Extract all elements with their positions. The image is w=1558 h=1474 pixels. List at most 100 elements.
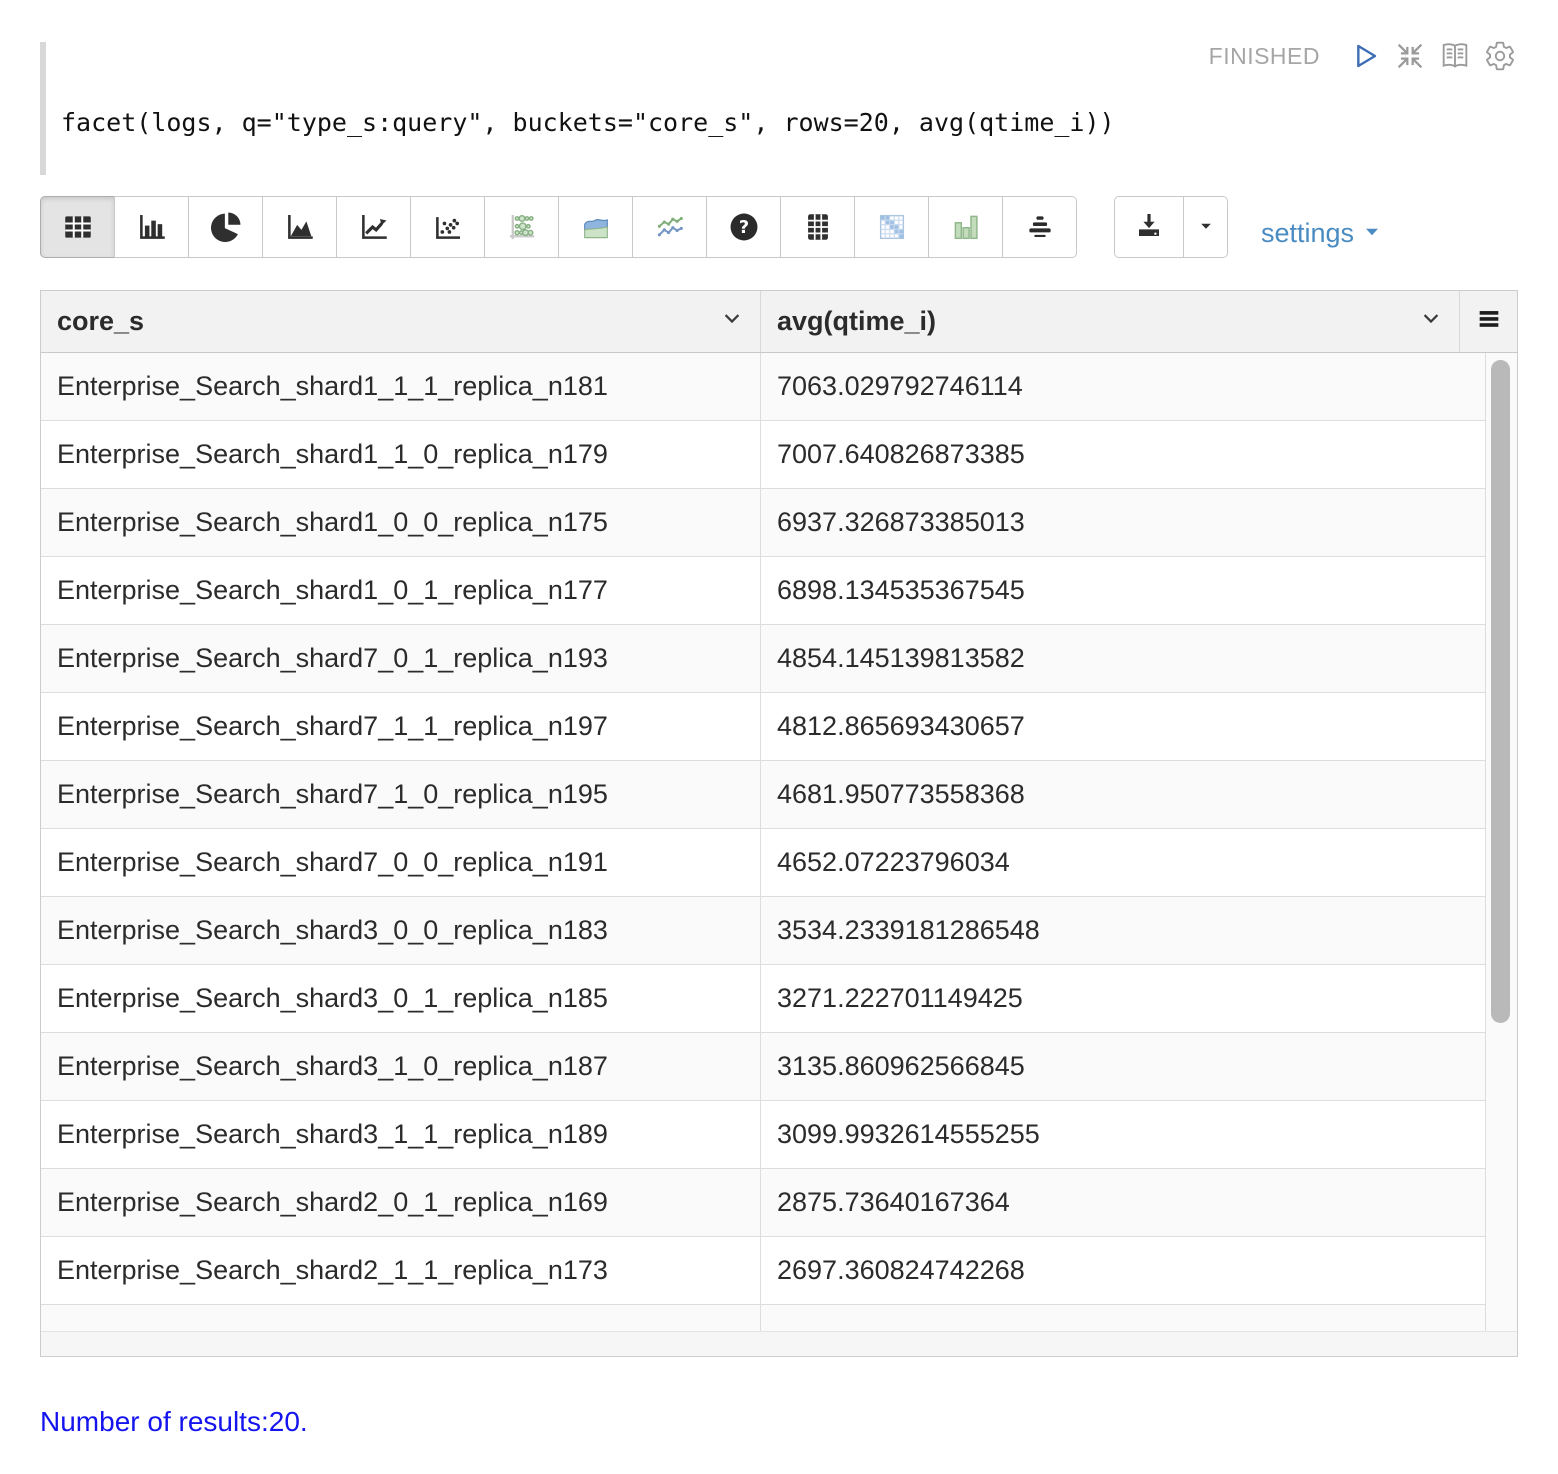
table-row: Enterprise_Search_shard7_1_0_replica_n19… bbox=[41, 761, 1486, 829]
core-s-cell: Enterprise_Search_shard7_1_1_replica_n19… bbox=[41, 693, 761, 760]
bubble-grid-icon bbox=[505, 210, 539, 244]
core-s-cell: Enterprise_Search_shard3_1_1_replica_n18… bbox=[41, 1101, 761, 1168]
table-row: Enterprise_Search_shard2_0_1_replica_n16… bbox=[41, 1169, 1486, 1237]
horizontal-scrollbar-track[interactable] bbox=[41, 1331, 1517, 1356]
chart-type-pie-chart-button[interactable] bbox=[188, 196, 263, 258]
table-row: Enterprise_Search_shard1_1_0_replica_n17… bbox=[41, 421, 1486, 489]
core-s-cell: Enterprise_Search_shard1_0_1_replica_n17… bbox=[41, 557, 761, 624]
chart-type-button-group: ? bbox=[40, 196, 1077, 258]
run-icon[interactable] bbox=[1349, 40, 1381, 72]
column-header-label: avg(qtime_i) bbox=[777, 306, 936, 337]
core-s-cell: Enterprise_Search_shard2_1_1_replica_n17… bbox=[41, 1237, 761, 1304]
scrollbar-thumb[interactable] bbox=[1491, 360, 1510, 1023]
core-s-cell: Enterprise_Search_shard7_0_0_replica_n19… bbox=[41, 829, 761, 896]
table-row: Enterprise_Search_shard1_1_1_replica_n18… bbox=[41, 353, 1486, 421]
results-count-text: Number of results:20. bbox=[40, 1406, 308, 1438]
avg-qtime-cell: 6898.134535367545 bbox=[761, 557, 1486, 624]
visualization-toolbar: ? settings bbox=[40, 196, 1383, 258]
bar-chart-icon bbox=[135, 210, 169, 244]
results-table: core_s avg(qtime_i) Enterprise_Search_sh… bbox=[40, 290, 1518, 1357]
avg-qtime-cell: 4812.865693430657 bbox=[761, 693, 1486, 760]
core-s-cell bbox=[41, 1305, 761, 1331]
avg-qtime-cell: 3534.2339181286548 bbox=[761, 897, 1486, 964]
green-bar-chart-icon bbox=[949, 210, 983, 244]
chart-type-line-chart-button[interactable] bbox=[336, 196, 411, 258]
chart-type-bubble-grid-button[interactable] bbox=[484, 196, 559, 258]
collapse-icon[interactable] bbox=[1394, 40, 1426, 72]
editor-gutter-bar bbox=[40, 42, 46, 175]
table-row: Enterprise_Search_shard1_0_1_replica_n17… bbox=[41, 557, 1486, 625]
avg-qtime-cell: 2697.360824742268 bbox=[761, 1237, 1486, 1304]
chart-type-pivot-table-button[interactable] bbox=[780, 196, 855, 258]
chart-type-stacked-area-button[interactable] bbox=[558, 196, 633, 258]
table-menu-button[interactable] bbox=[1460, 291, 1517, 352]
core-s-cell: Enterprise_Search_shard3_0_0_replica_n18… bbox=[41, 897, 761, 964]
table-row: Enterprise_Search_shard3_0_0_replica_n18… bbox=[41, 897, 1486, 965]
core-s-cell: Enterprise_Search_shard2_0_1_replica_n16… bbox=[41, 1169, 761, 1236]
help-icon: ? bbox=[727, 210, 761, 244]
avg-qtime-cell: 4681.950773558368 bbox=[761, 761, 1486, 828]
stacked-area-icon bbox=[579, 210, 613, 244]
settings-label: settings bbox=[1261, 218, 1354, 249]
avg-qtime-cell: 3271.222701149425 bbox=[761, 965, 1486, 1032]
core-s-cell: Enterprise_Search_shard1_1_0_replica_n17… bbox=[41, 421, 761, 488]
gear-icon[interactable] bbox=[1484, 40, 1516, 72]
core-s-cell: Enterprise_Search_shard1_1_1_replica_n18… bbox=[41, 353, 761, 420]
column-header-core-s[interactable]: core_s bbox=[41, 291, 761, 352]
table-icon bbox=[61, 210, 95, 244]
book-icon[interactable] bbox=[1439, 40, 1471, 72]
chart-type-help-button[interactable]: ? bbox=[706, 196, 781, 258]
paragraph-control-icons bbox=[1349, 40, 1516, 72]
download-caret-button[interactable] bbox=[1183, 196, 1228, 258]
status-badge: FINISHED bbox=[1209, 43, 1320, 70]
caret-down-icon bbox=[1361, 217, 1383, 250]
settings-dropdown[interactable]: settings bbox=[1261, 209, 1383, 258]
table-row: Enterprise_Search_shard1_0_0_replica_n17… bbox=[41, 489, 1486, 557]
avg-qtime-cell: 4854.145139813582 bbox=[761, 625, 1486, 692]
svg-text:?: ? bbox=[738, 218, 748, 238]
avg-qtime-cell: 3099.9932614555255 bbox=[761, 1101, 1486, 1168]
multi-line-icon bbox=[653, 210, 687, 244]
table-body: Enterprise_Search_shard1_1_1_replica_n18… bbox=[41, 353, 1517, 1331]
avg-qtime-cell: 6937.326873385013 bbox=[761, 489, 1486, 556]
download-button[interactable] bbox=[1114, 196, 1184, 258]
chevron-down-icon[interactable] bbox=[1417, 304, 1445, 339]
heatmap-icon bbox=[875, 210, 909, 244]
code-editor-line[interactable]: facet(logs, q="type_s:query", buckets="c… bbox=[61, 108, 1115, 137]
chart-type-heatmap-button[interactable] bbox=[854, 196, 929, 258]
scatter-chart-icon bbox=[431, 210, 465, 244]
chevron-down-icon[interactable] bbox=[718, 304, 746, 339]
line-chart-icon bbox=[357, 210, 391, 244]
avg-qtime-cell: 7007.640826873385 bbox=[761, 421, 1486, 488]
area-chart-icon bbox=[283, 210, 317, 244]
avg-qtime-cell bbox=[761, 1305, 1486, 1331]
table-rows: Enterprise_Search_shard1_1_1_replica_n18… bbox=[41, 353, 1486, 1331]
core-s-cell: Enterprise_Search_shard7_1_0_replica_n19… bbox=[41, 761, 761, 828]
table-row-empty bbox=[41, 1305, 1486, 1331]
table-row: Enterprise_Search_shard2_1_1_replica_n17… bbox=[41, 1237, 1486, 1305]
chart-type-area-chart-button[interactable] bbox=[262, 196, 337, 258]
chart-type-pyramid-button[interactable] bbox=[1002, 196, 1077, 258]
download-icon bbox=[1133, 210, 1165, 245]
avg-qtime-cell: 7063.029792746114 bbox=[761, 353, 1486, 420]
pie-chart-icon bbox=[209, 210, 243, 244]
column-header-avg-qtime[interactable]: avg(qtime_i) bbox=[761, 291, 1460, 352]
core-s-cell: Enterprise_Search_shard7_0_1_replica_n19… bbox=[41, 625, 761, 692]
table-row: Enterprise_Search_shard7_0_0_replica_n19… bbox=[41, 829, 1486, 897]
vertical-scrollbar[interactable] bbox=[1486, 353, 1517, 1331]
chart-type-table-button[interactable] bbox=[40, 196, 115, 258]
chart-type-green-bar-chart-button[interactable] bbox=[928, 196, 1003, 258]
paragraph-controls: FINISHED bbox=[1209, 40, 1516, 72]
avg-qtime-cell: 4652.07223796034 bbox=[761, 829, 1486, 896]
core-s-cell: Enterprise_Search_shard1_0_0_replica_n17… bbox=[41, 489, 761, 556]
pivot-table-icon bbox=[801, 210, 835, 244]
chart-type-multi-line-button[interactable] bbox=[632, 196, 707, 258]
chart-type-bar-chart-button[interactable] bbox=[114, 196, 189, 258]
chart-type-scatter-chart-button[interactable] bbox=[410, 196, 485, 258]
table-row: Enterprise_Search_shard3_1_0_replica_n18… bbox=[41, 1033, 1486, 1101]
menu-icon bbox=[1475, 305, 1503, 338]
caret-down-icon bbox=[1194, 214, 1218, 241]
table-header-row: core_s avg(qtime_i) bbox=[41, 291, 1517, 353]
core-s-cell: Enterprise_Search_shard3_0_1_replica_n18… bbox=[41, 965, 761, 1032]
column-header-label: core_s bbox=[57, 306, 144, 337]
